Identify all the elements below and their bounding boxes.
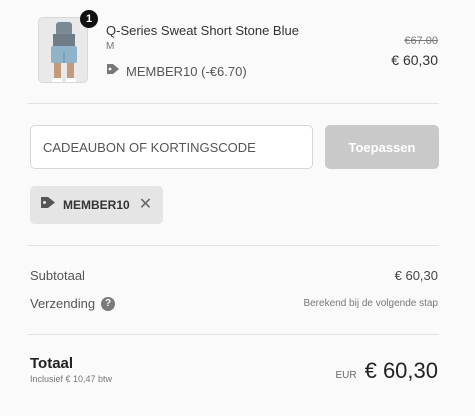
- apply-button[interactable]: Toepassen: [325, 125, 439, 169]
- total-amount: EUR € 60,30: [335, 358, 438, 384]
- applied-code-label: MEMBER10: [63, 198, 130, 212]
- product-discount: MEMBER10 (-€6.70): [106, 62, 247, 80]
- price-current: € 60,30: [391, 52, 438, 68]
- product-image: [39, 18, 87, 82]
- shipping-value: Berekend bij de volgende stap: [303, 298, 438, 309]
- quantity-badge: 1: [80, 10, 98, 28]
- total-currency: EUR: [335, 370, 357, 381]
- price-original: €67.00: [404, 35, 438, 47]
- subtotal-value: € 60,30: [394, 268, 438, 283]
- close-icon[interactable]: ✕: [139, 197, 152, 213]
- product-title: Q-Series Sweat Short Stone Blue: [106, 23, 299, 38]
- product-discount-label: MEMBER10 (-€6.70): [126, 63, 247, 79]
- total-label: Totaal: [30, 355, 74, 372]
- applied-code-chip: MEMBER10 ✕: [30, 186, 163, 224]
- total-value: € 60,30: [364, 358, 438, 383]
- product-variant: M: [106, 41, 115, 52]
- divider: [28, 103, 439, 104]
- shipping-row: Verzending ?: [30, 296, 116, 311]
- tag-icon: [40, 196, 56, 214]
- tag-icon: [106, 62, 120, 80]
- shipping-label: Verzending: [30, 296, 96, 311]
- divider: [28, 334, 439, 335]
- help-icon[interactable]: ?: [101, 296, 116, 311]
- tax-note: Inclusief € 10,47 btw: [30, 374, 113, 384]
- discount-code-input[interactable]: [30, 125, 313, 169]
- divider: [28, 245, 439, 246]
- subtotal-label: Subtotaal: [30, 268, 85, 283]
- product-thumbnail: [38, 17, 88, 83]
